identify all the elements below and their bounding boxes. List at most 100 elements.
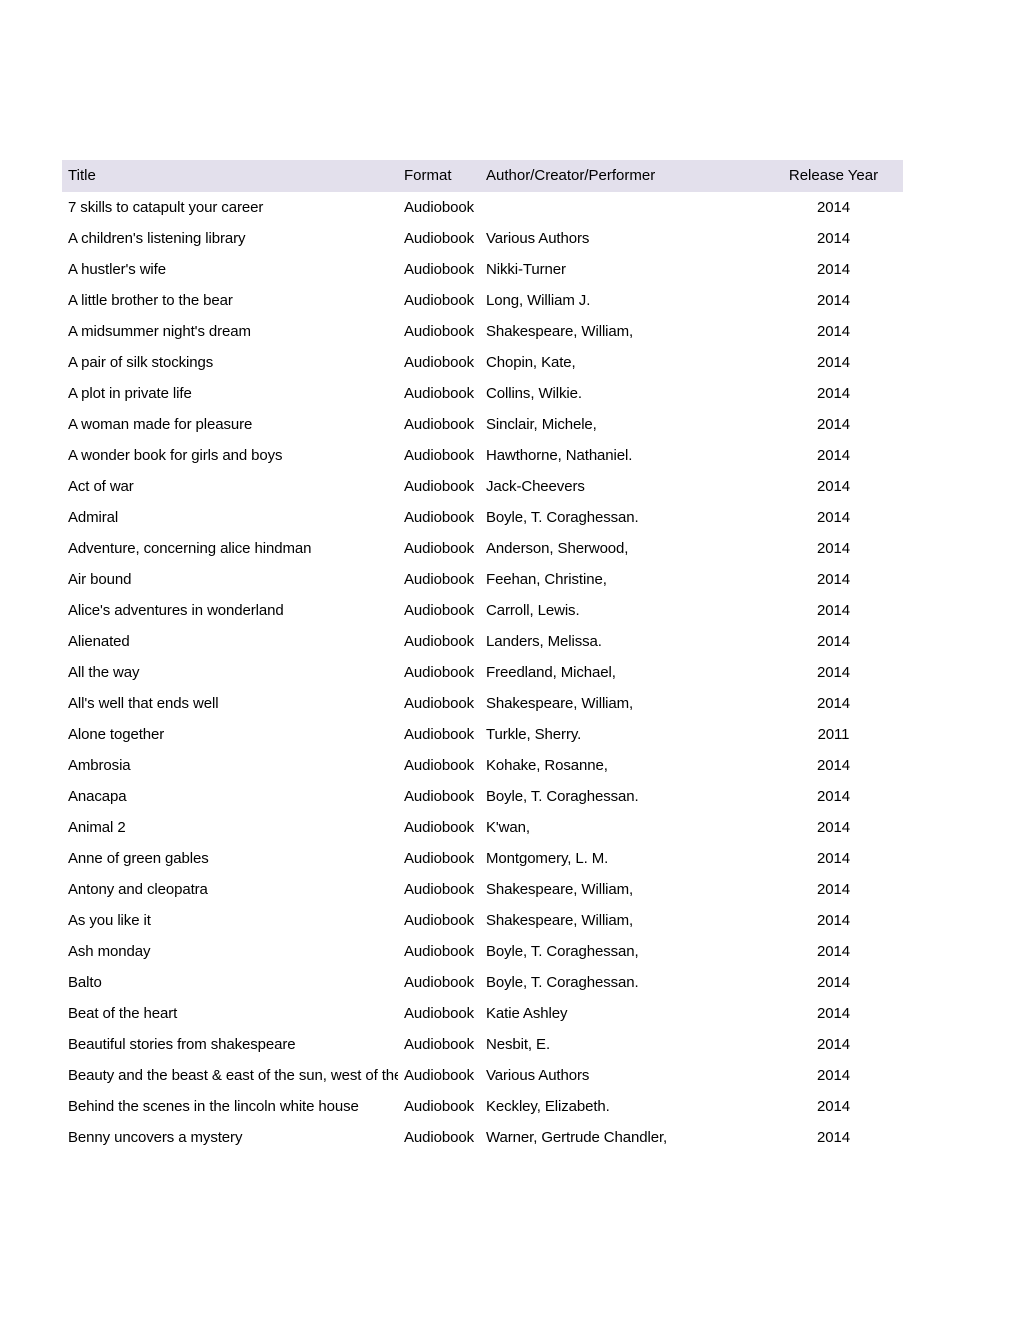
cell-format: Audiobook [404,571,474,588]
cell-release-year: 2011 [817,726,850,743]
cell-author: Freedland, Michael, [486,664,616,681]
cell-format: Audiobook [404,292,474,309]
table-row[interactable]: As you like it Audiobook Shakespeare, Will… [62,905,903,936]
cell-author: Boyle, T. Coraghessan. [486,509,639,526]
table-row[interactable]: All the way Audiobook Freedland, Michael, 2… [62,657,903,688]
cell-author: Shakespeare, William, [486,912,634,929]
cell-title: A woman made for pleasure [68,416,253,433]
cell-title: A little brother to the bear [68,292,233,309]
cell-title: Animal 2 [68,819,126,836]
table-row[interactable]: Ash monday Audiobook Boyle, T. Coraghessan… [62,936,903,967]
table-row[interactable]: Animal 2 Audiobook K'wan, 2014 [62,812,903,843]
column-header-title[interactable]: Title [62,160,398,192]
cell-title: All the way [68,664,140,681]
table-row[interactable]: Admiral Audiobook Boyle, T. Coraghessan. 20… [62,502,903,533]
table-row[interactable]: Ambrosia Audiobook Kohake, Rosanne, 2014 [62,750,903,781]
cell-format: Audiobook [404,323,474,340]
cell-author: Boyle, T. Coraghessan. [486,788,639,805]
cell-author: Boyle, T. Coraghessan. [486,974,639,991]
table-row[interactable]: Beautiful stories from shakespeare Audiob… [62,1029,903,1060]
column-header-format[interactable]: Format [398,160,480,192]
cell-author: K'wan, [486,819,530,836]
cell-author: Sinclair, Michele, [486,416,597,433]
cell-author [480,192,786,223]
cell-release-year: 2014 [817,974,850,991]
cell-format: Audiobook [404,695,474,712]
table-row[interactable]: 7 skills to catapult your career Audioboo… [62,192,903,223]
cell-release-year: 2014 [817,416,850,433]
table-row[interactable]: A hustler's wife Audiobook Nikki-Turner 201… [62,254,903,285]
table-row[interactable]: A plot in private life Audiobook Collins, … [62,378,903,409]
table-row[interactable]: Act of war Audiobook Jack-Cheevers 2014 [62,471,903,502]
table-row[interactable]: Antony and cleopatra Audiobook Shakespeare… [62,874,903,905]
cell-title: Alice's adventures in wonderland [68,602,284,619]
cell-release-year: 2014 [817,261,850,278]
table-row[interactable]: Air bound Audiobook Feehan, Christine, 2014 [62,564,903,595]
cell-title: Alone together [68,726,165,743]
cell-release-year: 2014 [817,571,850,588]
table-row[interactable]: Beat of the heart Audiobook Katie Ashley 20… [62,998,903,1029]
cell-format: Audiobook [404,447,474,464]
table-row[interactable]: Alice's adventures in wonderland Audioboo… [62,595,903,626]
cell-author: Katie Ashley [486,1005,568,1022]
cell-format: Audiobook [404,1036,474,1053]
cell-author: Feehan, Christine, [486,571,607,588]
cell-author: Hawthorne, Nathaniel. [486,447,633,464]
cell-release-year: 2014 [817,1067,850,1084]
cell-author: Keckley, Elizabeth. [486,1098,610,1115]
cell-author: Shakespeare, William, [486,323,634,340]
table-row[interactable]: A little brother to the bear Audiobook Lon… [62,285,903,316]
cell-title: A wonder book for girls and boys [68,447,283,464]
cell-release-year: 2014 [817,850,850,867]
cell-format: Audiobook [404,912,474,929]
table-row[interactable]: Anacapa Audiobook Boyle, T. Coraghessan. 20… [62,781,903,812]
cell-release-year: 2014 [817,323,850,340]
table-row[interactable]: Alone together Audiobook Turkle, Sherry. 20… [62,719,903,750]
cell-title: A hustler's wife [68,261,166,278]
cell-author: Landers, Melissa. [486,633,602,650]
cell-release-year: 2014 [817,1036,850,1053]
table-row[interactable]: Alienated Audiobook Landers, Melissa. 2014 [62,626,903,657]
cell-format: Audiobook [404,819,474,836]
table-row[interactable]: Adventure, concerning alice hindman Audio… [62,533,903,564]
cell-title: Beauty and the beast & east of the sun, … [68,1067,398,1084]
table-row[interactable]: A woman made for pleasure Audiobook Sincla… [62,409,903,440]
cell-format: Audiobook [404,664,474,681]
table-row[interactable]: A wonder book for girls and boys Audioboo… [62,440,903,471]
table-row[interactable]: A midsummer night's dream Audiobook Shakes… [62,316,903,347]
table-row[interactable]: A children's listening library Audiobook V… [62,223,903,254]
cell-author: Various Authors [486,1067,590,1084]
column-header-author[interactable]: Author/Creator/Performer [480,160,786,192]
cell-release-year: 2014 [817,509,850,526]
cell-release-year: 2014 [817,819,850,836]
cell-author: Turkle, Sherry. [486,726,582,743]
cell-format: Audiobook [404,540,474,557]
cell-format: Audiobook [404,757,474,774]
column-header-release-year[interactable]: Release Year [786,160,903,192]
cell-title: All's well that ends well [68,695,219,712]
table-row[interactable]: Benny uncovers a mystery Audiobook Warner,… [62,1122,903,1153]
cell-release-year: 2014 [817,292,850,309]
table-row[interactable]: Anne of green gables Audiobook Montgomery,… [62,843,903,874]
cell-title: A plot in private life [68,385,192,402]
header-row: Title Format Author/Creator/Performer Re… [62,160,903,192]
cell-author: Nikki-Turner [486,261,566,278]
table-row[interactable]: All's well that ends well Audiobook Shakes… [62,688,903,719]
cell-format: Audiobook [404,509,474,526]
cell-author: Anderson, Sherwood, [486,540,629,557]
cell-release-year: 2014 [817,602,850,619]
table-row[interactable]: Behind the scenes in the lincoln white h… [62,1091,903,1122]
cell-title: Beautiful stories from shakespeare [68,1036,296,1053]
cell-title: Behind the scenes in the lincoln white h… [68,1098,359,1115]
table-row[interactable]: Balto Audiobook Boyle, T. Coraghessan. 2014 [62,967,903,998]
cell-title: Benny uncovers a mystery [68,1129,243,1146]
cell-author: Warner, Gertrude Chandler, [486,1129,668,1146]
table-row[interactable]: Beauty and the beast & east of the sun, … [62,1060,903,1091]
cell-title: Alienated [68,633,130,650]
cell-author: Kohake, Rosanne, [486,757,608,774]
cell-format: Audiobook [404,416,474,433]
cell-format: Audiobook [404,974,474,991]
table-row[interactable]: A pair of silk stockings Audiobook Chopin,… [62,347,903,378]
cell-release-year: 2014 [817,199,850,216]
cell-format: Audiobook [404,1129,474,1146]
